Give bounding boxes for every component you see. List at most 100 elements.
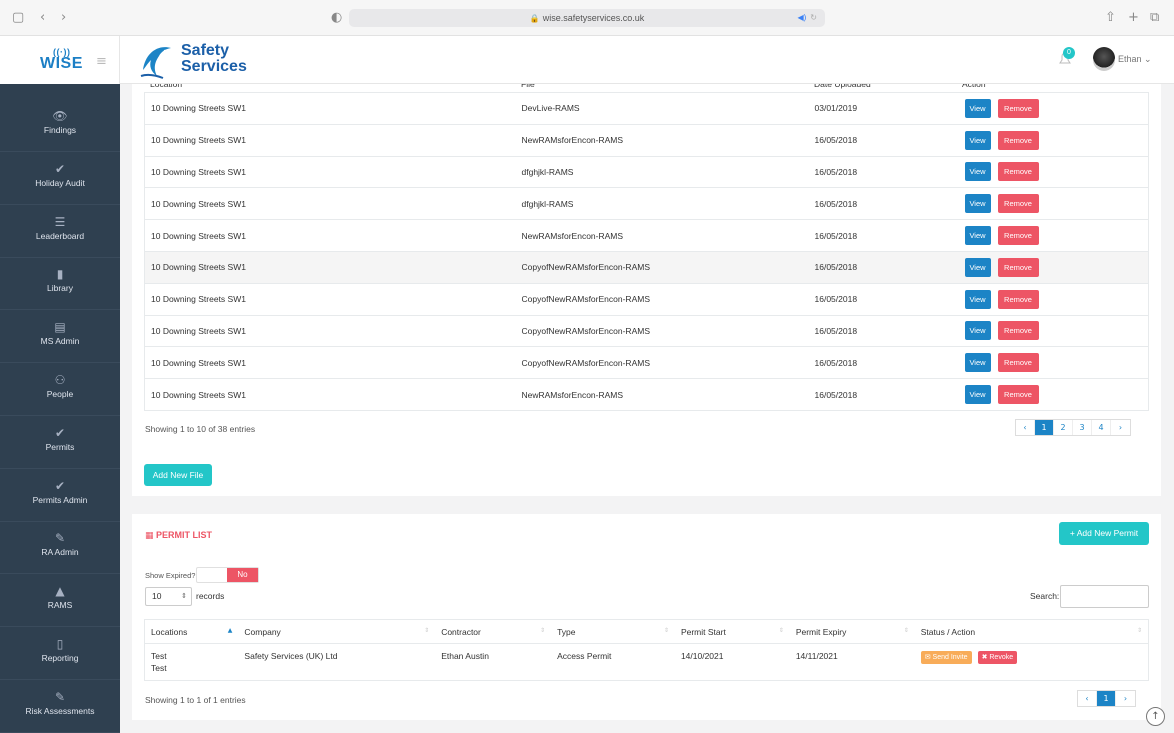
sort-icon: ⇕ (540, 627, 546, 634)
remove-button[interactable]: Remove (997, 130, 1039, 150)
sidebar-item-holiday-audit[interactable]: ✔ Holiday Audit (0, 153, 120, 205)
column-header-type[interactable]: Type ⇕ (551, 619, 675, 644)
add-new-file-button[interactable]: Add New File (144, 464, 212, 486)
column-header-status-action[interactable]: Status / Action ⇕ (914, 619, 1149, 644)
permit-list-title: ▦ PERMIT LIST (145, 530, 213, 540)
permit-table: Locations ▲ Company ⇕ Contractor ⇕ Type ⇕ Permit… (144, 619, 1149, 681)
rams-pager-next[interactable]: › (1111, 420, 1130, 435)
cell-date: 16/05/2018 (808, 123, 957, 157)
sort-icon: ⇕ (1136, 627, 1142, 634)
column-header-company[interactable]: Company ⇕ (238, 619, 436, 644)
sidebar-item-label: Permits (45, 441, 75, 452)
sidebar-item-reporting[interactable]: ▯ Reporting (0, 628, 120, 680)
cell-file: dfghjkl-RAMS (515, 155, 809, 188)
remove-button[interactable]: Remove (997, 226, 1039, 246)
remove-button[interactable]: Remove (997, 289, 1039, 309)
cell-action: View Remove (956, 250, 1149, 284)
rams-pager-prev[interactable]: ‹ (1016, 420, 1035, 435)
rams-pager-page-3[interactable]: 3 (1073, 420, 1092, 435)
remove-button[interactable]: Remove (997, 162, 1039, 182)
permit-pager-prev[interactable]: ‹ (1078, 691, 1097, 706)
sidebar-item-rams[interactable]: ▲ RAMS (0, 575, 120, 628)
view-button[interactable]: View (964, 353, 991, 373)
cell-date: 16/05/2018 (808, 219, 957, 252)
sidebar-icon: ✔ (54, 161, 66, 176)
sort-icon: ⇕ (778, 627, 784, 634)
notification-badge: 0 (1063, 47, 1075, 59)
cell-date: 16/05/2018 (808, 378, 957, 411)
cell-file: CopyofNewRAMsforEncon-RAMS (515, 282, 809, 316)
permit-pager-page-1[interactable]: 1 (1097, 691, 1116, 706)
new-tab-icon[interactable]: + (1128, 10, 1139, 25)
view-button[interactable]: View (964, 98, 991, 118)
column-header-location[interactable]: Location (150, 84, 182, 89)
sidebar-item-people[interactable]: ⚇ People (0, 364, 120, 416)
view-button[interactable]: View (964, 130, 991, 150)
rams-pager-page-2[interactable]: 2 (1054, 420, 1073, 435)
sidebar-item-library[interactable]: ▮ Library (0, 258, 120, 311)
cell-file: CopyofNewRAMsforEncon-RAMS (515, 346, 809, 379)
column-header-permit-start[interactable]: Permit Start ⇕ (674, 619, 790, 644)
wise-logo[interactable]: ((·)) WISE (40, 47, 83, 73)
sidebar-item-findings[interactable]: 👁 Findings (0, 100, 120, 152)
user-menu[interactable]: Ethan ⌄ (1118, 54, 1152, 65)
sidebar-item-risk-assessments[interactable]: ✎ Risk Assessments (0, 681, 120, 733)
view-button[interactable]: View (964, 194, 991, 214)
cell-action: View Remove (956, 314, 1149, 347)
search-input[interactable] (1060, 585, 1149, 608)
view-button[interactable]: View (964, 385, 991, 405)
send-invite-button[interactable]: ✉ Send Invite (920, 651, 972, 664)
address-bar[interactable]: 🔒 wise.safetyservices.co.uk ◀) ↻ (349, 9, 825, 27)
view-button[interactable]: View (964, 257, 991, 277)
permit-pager-next[interactable]: › (1116, 691, 1135, 706)
column-header-action[interactable]: Action (962, 84, 986, 89)
rams-pager-page-4[interactable]: 4 (1092, 420, 1111, 435)
rams-pager-page-1[interactable]: 1 (1035, 420, 1054, 435)
column-header-permit-expiry[interactable]: Permit Expiry ⇕ (789, 619, 915, 644)
dolphin-logo-icon (140, 47, 171, 79)
cell-location: 10 Downing Streets SW1 (144, 92, 516, 125)
sidebar-toggle-icon[interactable]: ▢ (12, 10, 24, 25)
cell-action: View Remove (956, 346, 1149, 379)
cell-location: 10 Downing Streets SW1 (144, 187, 516, 220)
tabs-overview-icon[interactable]: ⧉ (1150, 10, 1159, 25)
permit-pagination: ‹ 1 › (1077, 690, 1136, 707)
remove-button[interactable]: Remove (997, 353, 1039, 373)
sidebar-item-permits[interactable]: ✔ Permits (0, 417, 120, 469)
back-icon[interactable]: ‹ (40, 10, 45, 25)
scroll-to-top-icon[interactable]: ↑ (1146, 707, 1165, 726)
add-new-permit-button[interactable]: + Add New Permit (1059, 522, 1149, 545)
table-row: 10 Downing Streets SW1 dfghjkl-RAMS 16/05/… (144, 187, 1149, 220)
sidebar-item-leaderboard[interactable]: ☰ Leaderboard (0, 206, 120, 258)
view-button[interactable]: View (964, 162, 991, 182)
column-header-file[interactable]: File (521, 84, 535, 89)
remove-button[interactable]: Remove (997, 257, 1039, 277)
audio-reload-icons[interactable]: ◀) ↻ (797, 9, 817, 27)
column-header-locations[interactable]: Locations ▲ (144, 619, 239, 644)
page-size-select[interactable]: 10 ⇕ (145, 587, 192, 606)
show-expired-toggle[interactable]: No (196, 567, 259, 583)
remove-button[interactable]: Remove (997, 194, 1039, 214)
cell-type: Access Permit (557, 651, 612, 661)
sidebar-item-ms-admin[interactable]: ▤ MS Admin (0, 311, 120, 364)
column-header-date-uploaded[interactable]: Date Uploaded (814, 84, 871, 89)
hamburger-menu-icon[interactable]: ≡ (96, 54, 107, 69)
cell-location: 10 Downing Streets SW1 (144, 123, 516, 157)
share-icon[interactable]: ⇧ (1105, 10, 1116, 25)
view-button[interactable]: View (964, 289, 991, 309)
view-button[interactable]: View (964, 226, 991, 246)
sidebar-item-label: Library (47, 283, 73, 294)
cell-date: 16/05/2018 (808, 155, 957, 188)
revoke-button[interactable]: ✖ Revoke (977, 651, 1018, 664)
forward-icon[interactable]: › (61, 10, 66, 25)
remove-button[interactable]: Remove (997, 321, 1039, 341)
avatar[interactable] (1093, 47, 1115, 71)
column-header-contractor[interactable]: Contractor ⇕ (435, 619, 552, 644)
privacy-shield-icon[interactable]: ◐ (331, 10, 342, 25)
sidebar-item-permits-admin[interactable]: ✔ Permits Admin (0, 470, 120, 522)
sidebar-item-ra-admin[interactable]: ✎ RA Admin (0, 522, 120, 575)
table-row: 10 Downing Streets SW1 CopyofNewRAMsforEn… (144, 314, 1149, 347)
view-button[interactable]: View (964, 321, 991, 341)
remove-button[interactable]: Remove (997, 385, 1039, 405)
remove-button[interactable]: Remove (997, 98, 1039, 118)
